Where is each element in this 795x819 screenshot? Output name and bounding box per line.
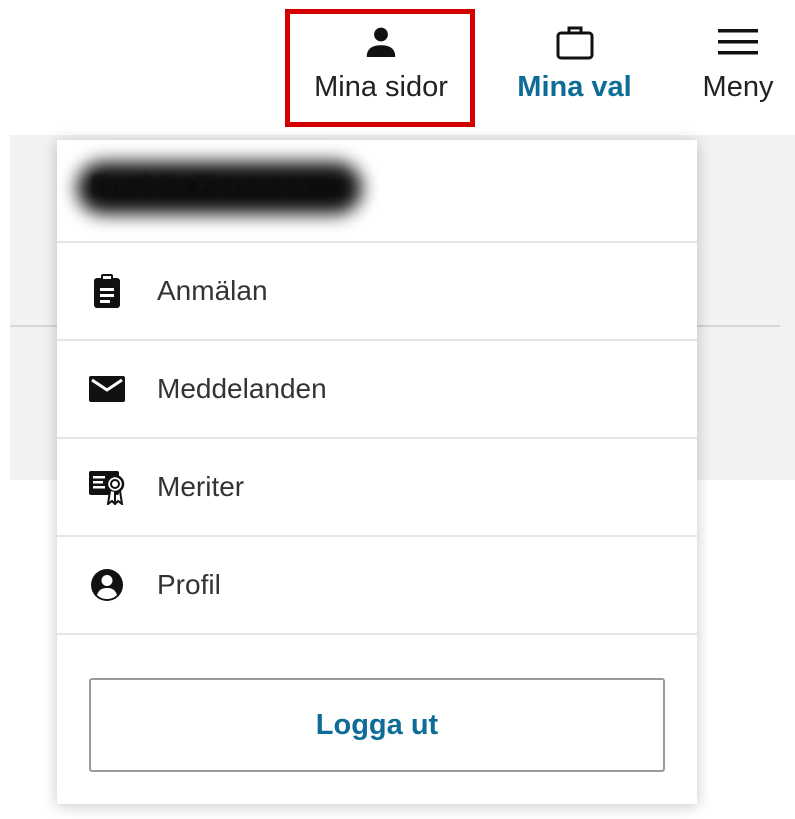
logout-button[interactable]: Logga ut	[89, 678, 665, 772]
top-navigation: Mina sidor Mina val Meny	[0, 0, 795, 135]
person-icon	[363, 22, 399, 62]
menu-item-profil[interactable]: Profil	[57, 537, 697, 635]
certificate-icon	[87, 467, 127, 507]
envelope-icon	[87, 369, 127, 409]
account-dropdown: Freddie Forsman Anmälan Meddelanden Meri…	[57, 140, 697, 804]
account-circle-icon	[87, 565, 127, 605]
menu-item-label: Profil	[157, 569, 221, 600]
menu-item-label: Anmälan	[157, 275, 268, 306]
user-name-row: Freddie Forsman	[57, 140, 697, 243]
nav-mina-val-label: Mina val	[517, 71, 632, 103]
nav-mina-sidor-label: Mina sidor	[314, 71, 448, 103]
menu-item-meddelanden[interactable]: Meddelanden	[57, 341, 697, 439]
nav-meny-label: Meny	[702, 71, 774, 103]
menu-item-meriter[interactable]: Meriter	[57, 439, 697, 537]
hamburger-menu-icon	[716, 22, 760, 62]
user-name: Freddie Forsman	[91, 170, 311, 200]
menu-list: Anmälan Meddelanden Meriter Profil	[57, 243, 697, 635]
nav-mina-val[interactable]: Mina val	[507, 22, 642, 104]
clipboard-icon	[87, 271, 127, 311]
menu-item-label: Meddelanden	[157, 373, 327, 404]
logout-area: Logga ut	[57, 643, 697, 804]
nav-meny[interactable]: Meny	[690, 22, 786, 104]
page: Mina sidor Mina val Meny Freddie Forsman…	[0, 0, 795, 819]
menu-item-label: Meriter	[157, 471, 245, 502]
briefcase-icon	[555, 22, 595, 62]
menu-item-anmalan[interactable]: Anmälan	[57, 243, 697, 341]
nav-mina-sidor[interactable]: Mina sidor	[288, 22, 474, 104]
